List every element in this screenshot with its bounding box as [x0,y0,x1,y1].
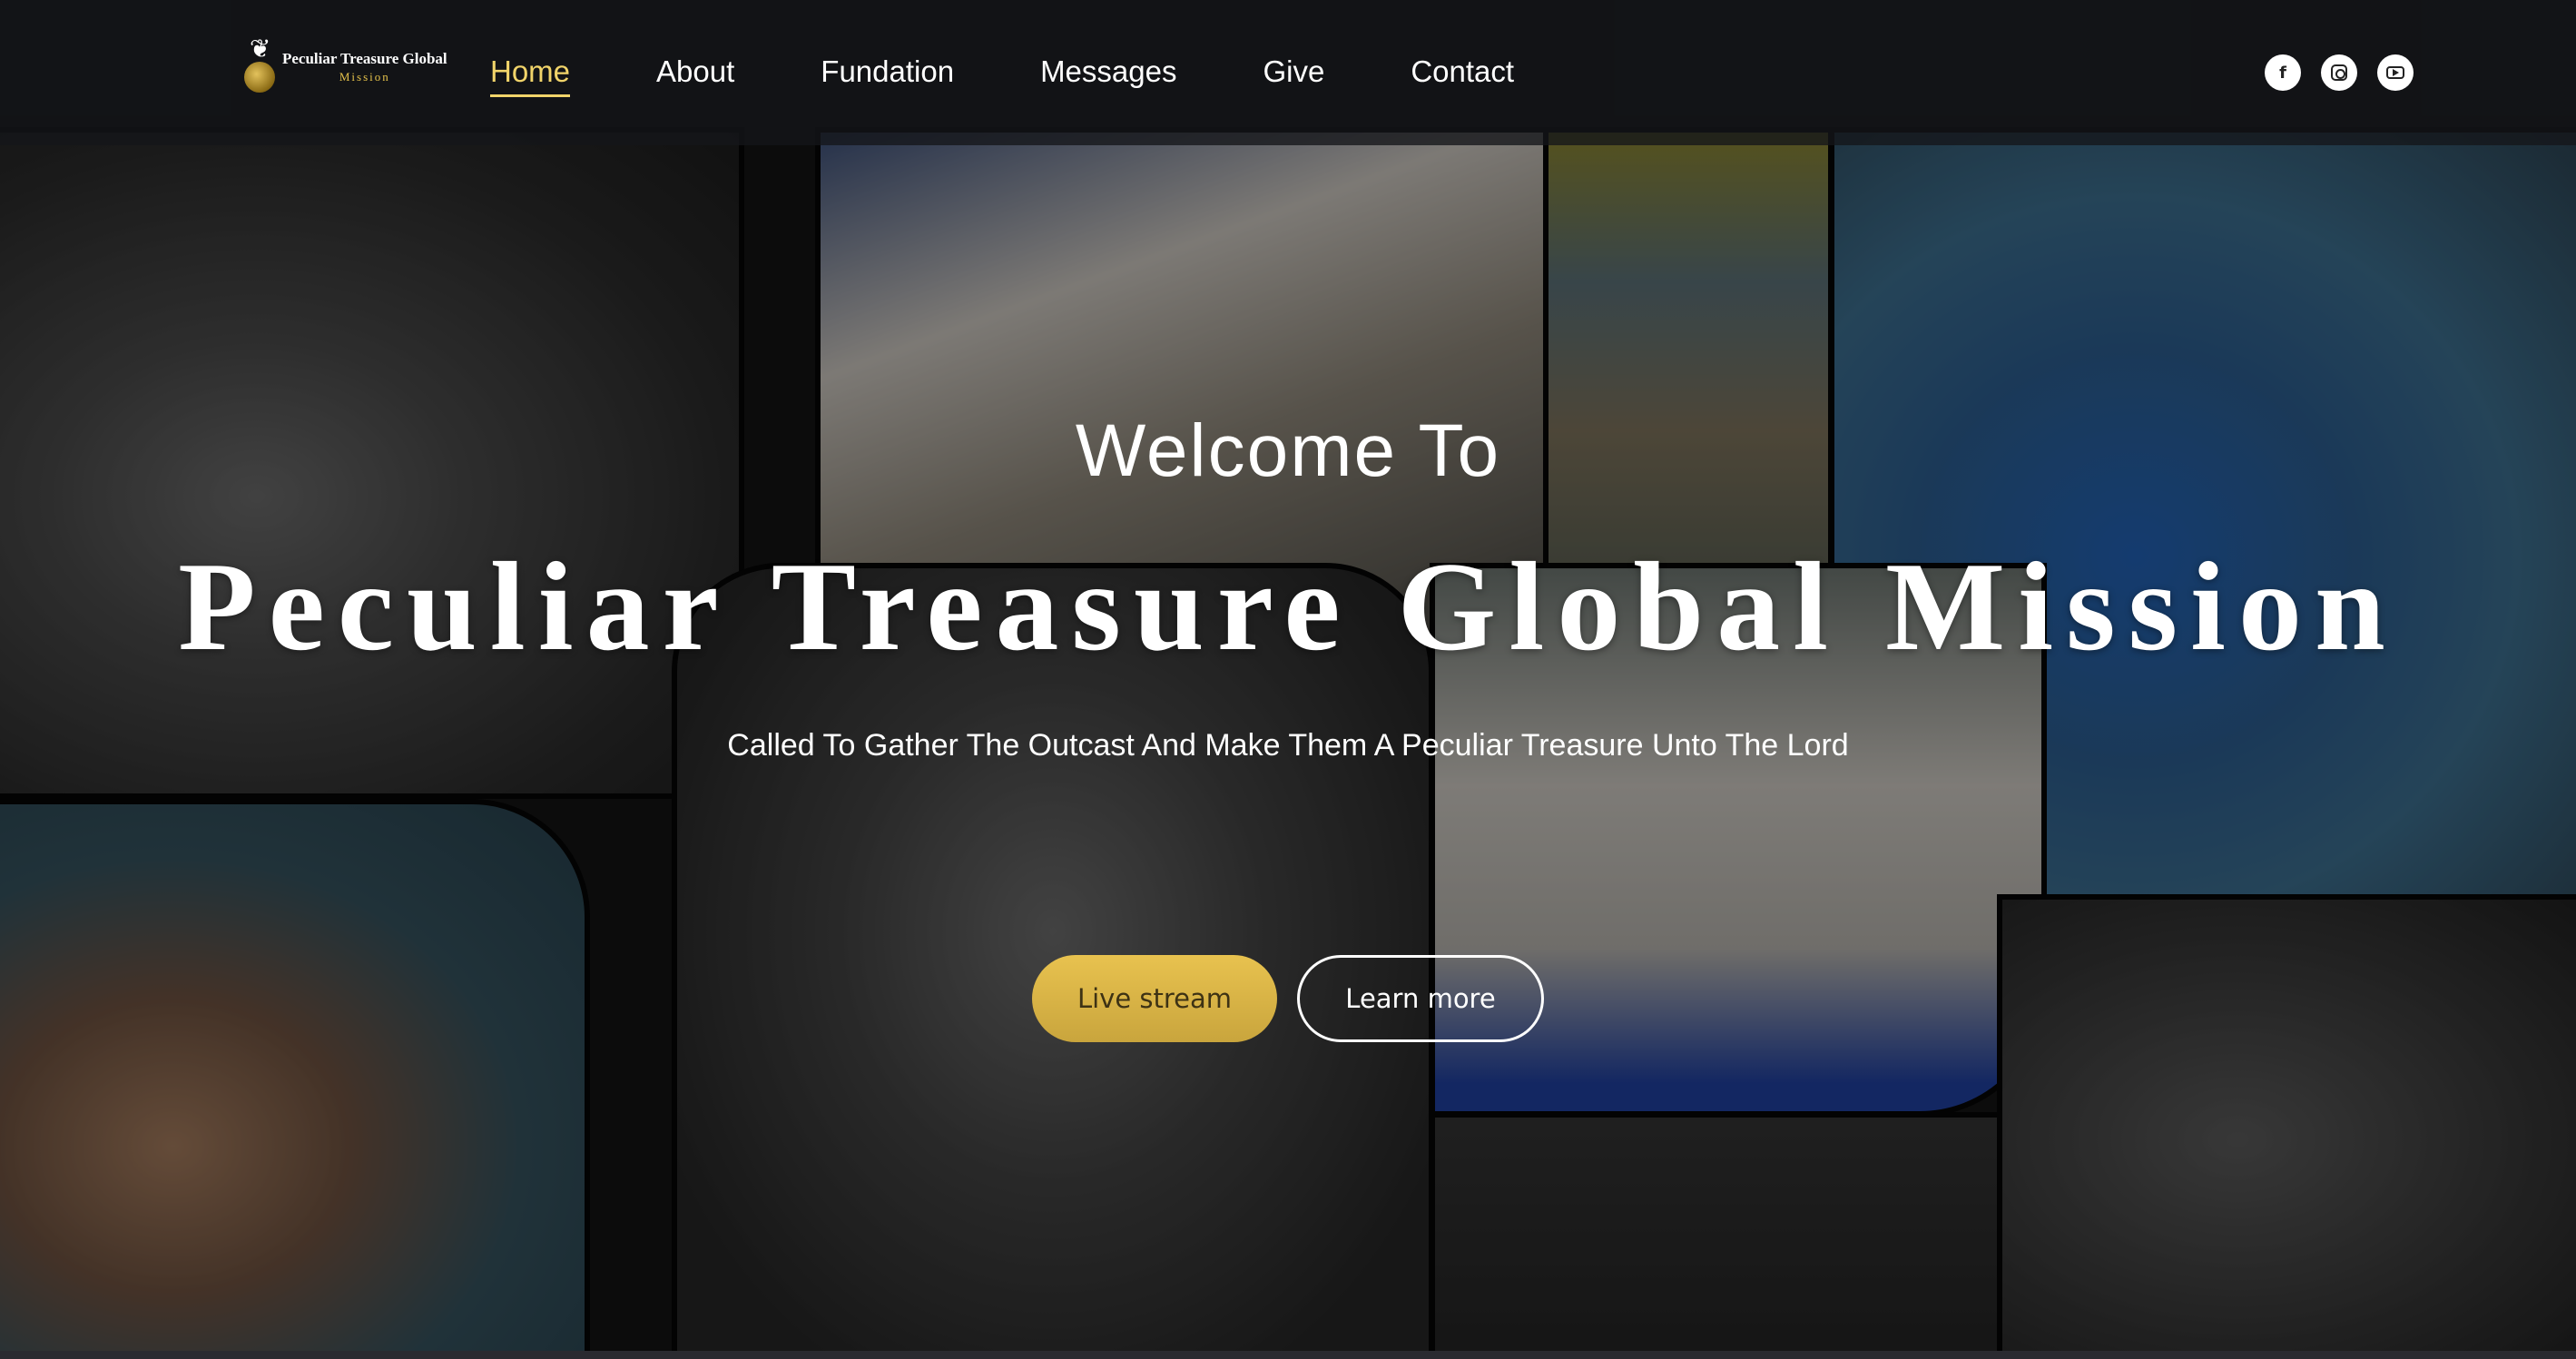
hero-welcome: Welcome To [1075,409,1501,492]
nav-link-about[interactable]: About [656,54,734,97]
facebook-icon[interactable]: f [2265,54,2301,91]
nav-link-give[interactable]: Give [1263,54,1324,97]
hero-tagline: Called To Gather The Outcast And Make Th… [727,728,1849,763]
nav-link-home[interactable]: Home [490,54,571,97]
logo-name: Peculiar Treasure Global [282,50,447,67]
youtube-icon[interactable] [2377,54,2414,91]
nav-link-fundation[interactable]: Fundation [821,54,954,97]
logo-icon: ❦ [241,34,277,100]
hero-title: Peculiar Treasure Global Mission [178,537,2398,677]
live-stream-button[interactable]: Live stream [1032,955,1277,1042]
social-links: f [2265,54,2414,91]
learn-more-button[interactable]: Learn more [1297,955,1544,1042]
hero-section: Welcome To Peculiar Treasure Global Miss… [0,0,2576,1359]
window-bottom-edge [0,1351,2576,1359]
nav-menu: Home About Fundation Messages Give Conta… [490,54,1514,97]
site-logo[interactable]: ❦ Peculiar Treasure Global Mission [241,34,447,100]
top-navbar: ❦ Peculiar Treasure Global Mission Home … [0,0,2576,145]
nav-link-contact[interactable]: Contact [1411,54,1514,97]
hero-cta-group: Live stream Learn more [0,955,2576,1042]
instagram-icon[interactable] [2321,54,2357,91]
nav-link-messages[interactable]: Messages [1040,54,1176,97]
logo-subtitle: Mission [339,70,390,84]
